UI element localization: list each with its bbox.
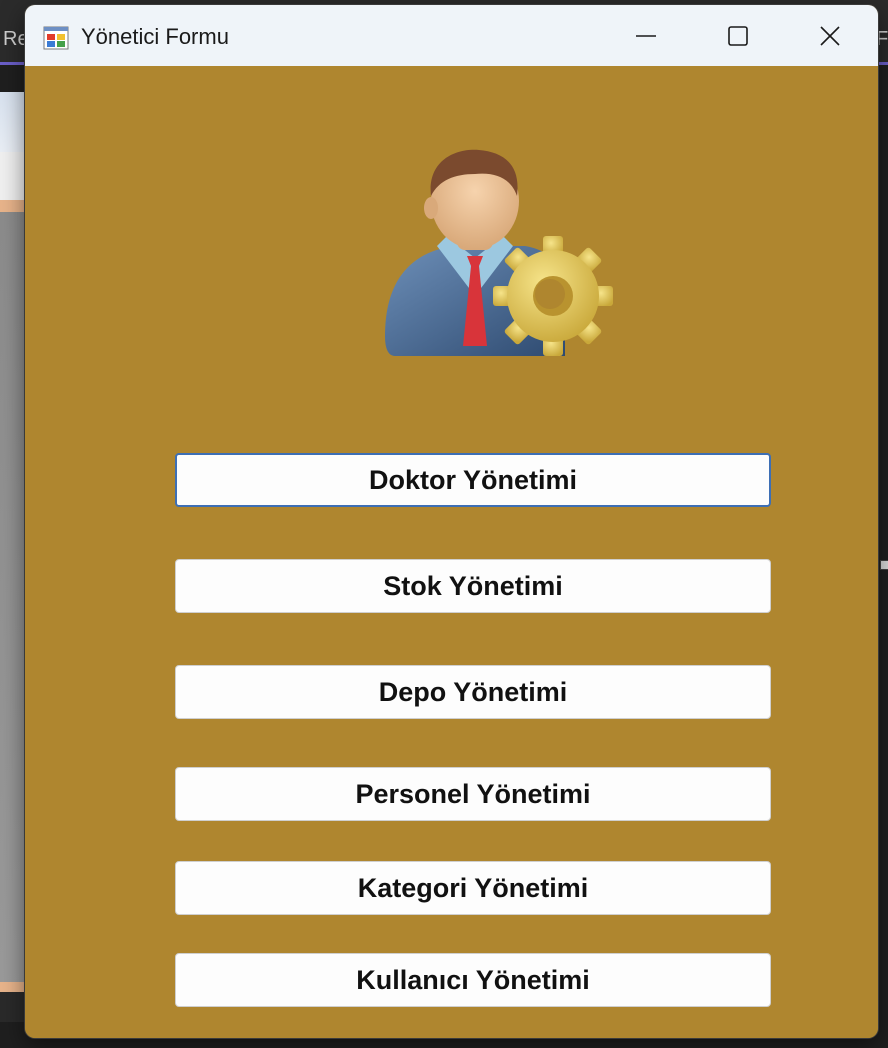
minimize-icon xyxy=(636,34,656,37)
doctor-management-button[interactable]: Doktor Yönetimi xyxy=(175,453,771,507)
user-management-button[interactable]: Kullanıcı Yönetimi xyxy=(175,953,771,1007)
admin-form-window: Yönetici Formu Doktor Yönetimi Stok Yöne… xyxy=(25,5,878,1038)
admin-user-gear-icon xyxy=(375,146,615,376)
category-management-button[interactable]: Kategori Yönetimi xyxy=(175,861,771,915)
window-title: Yönetici Formu xyxy=(81,24,229,49)
form-body: Doktor Yönetimi Stok Yönetimi Depo Yönet… xyxy=(25,66,878,1038)
background-resize-handle xyxy=(880,560,888,570)
form-app-icon xyxy=(43,25,69,51)
staff-management-button[interactable]: Personel Yönetimi xyxy=(175,767,771,821)
minimize-button[interactable] xyxy=(600,5,692,66)
title-bar[interactable]: Yönetici Formu xyxy=(25,5,878,66)
close-icon xyxy=(820,25,840,46)
warehouse-management-button[interactable]: Depo Yönetimi xyxy=(175,665,771,719)
close-button[interactable] xyxy=(784,5,876,66)
maximize-button[interactable] xyxy=(692,5,784,66)
maximize-icon xyxy=(728,25,748,46)
stock-management-button[interactable]: Stok Yönetimi xyxy=(175,559,771,613)
